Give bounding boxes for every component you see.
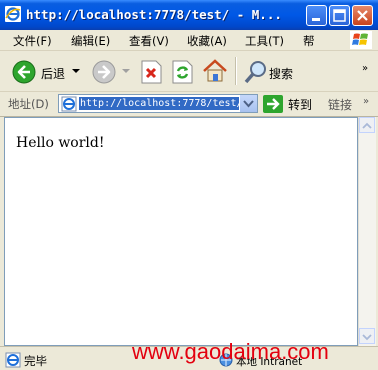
page-content-area[interactable]: Hello world! [4,117,358,346]
menu-bar: 文件(F) 编辑(E) 查看(V) 收藏(A) 工具(T) 帮 [0,30,378,51]
address-bar: 地址(D) http://localhost:7778/test/ 转到 链接 … [0,92,378,117]
internet-explorer-icon [5,6,21,22]
toolbar-separator [235,57,237,85]
go-arrow-icon[interactable] [263,95,283,113]
scroll-down-arrow-icon [362,334,372,341]
menu-edit[interactable]: 编辑(E) [71,33,110,49]
back-button-label[interactable]: 后退 [41,65,65,82]
menu-tools[interactable]: 工具(T) [245,33,284,49]
menu-favorites[interactable]: 收藏(A) [187,33,227,49]
address-input[interactable]: http://localhost:7778/test/ [58,94,258,113]
page-text: Hello world! [16,135,105,151]
home-icon[interactable] [202,58,228,84]
done-page-icon [5,352,21,368]
status-text: 完毕 [24,354,47,368]
windows-logo-icon [350,31,372,49]
back-dropdown-icon[interactable] [72,69,80,75]
links-toolbar-label[interactable]: 链接 [328,96,352,113]
stop-icon[interactable] [141,60,162,84]
scroll-down-button[interactable] [359,328,375,344]
page-icon [61,96,77,112]
search-icon[interactable] [244,59,268,85]
forward-dropdown-icon[interactable] [122,69,130,75]
menu-help[interactable]: 帮 [303,33,315,49]
minimize-button[interactable] [306,5,327,26]
back-arrow-icon[interactable] [12,60,36,84]
address-text[interactable]: http://localhost:7778/test/ [79,97,239,110]
links-overflow-chevron-icon[interactable]: » [363,96,369,107]
browser-window: http://localhost:7778/test/ - M... 文件(F)… [0,0,378,370]
address-dropdown-button[interactable] [239,95,257,112]
close-button[interactable] [352,5,373,26]
scroll-up-arrow-icon [362,122,372,129]
title-bar[interactable]: http://localhost:7778/test/ - M... [0,0,378,30]
close-icon [357,10,368,21]
maximize-icon [333,9,346,22]
standard-toolbar: 后退 搜索 » [0,51,378,92]
chevron-down-icon [243,100,254,108]
refresh-icon[interactable] [172,60,193,84]
minimize-icon [312,18,320,21]
address-label: 地址(D) [8,97,49,111]
window-title: http://localhost:7778/test/ - M... [26,7,282,22]
maximize-button[interactable] [329,5,350,26]
toolbar-overflow-chevron-icon[interactable]: » [362,63,368,74]
menu-file[interactable]: 文件(F) [13,33,52,49]
vertical-scrollbar[interactable] [358,117,376,346]
forward-arrow-icon[interactable] [92,60,116,84]
scroll-up-button[interactable] [359,117,375,133]
go-button-label[interactable]: 转到 [288,96,312,113]
menu-view[interactable]: 查看(V) [129,33,169,49]
watermark-text: www.gaodaima.com [132,339,329,364]
search-button-label[interactable]: 搜索 [269,65,293,82]
